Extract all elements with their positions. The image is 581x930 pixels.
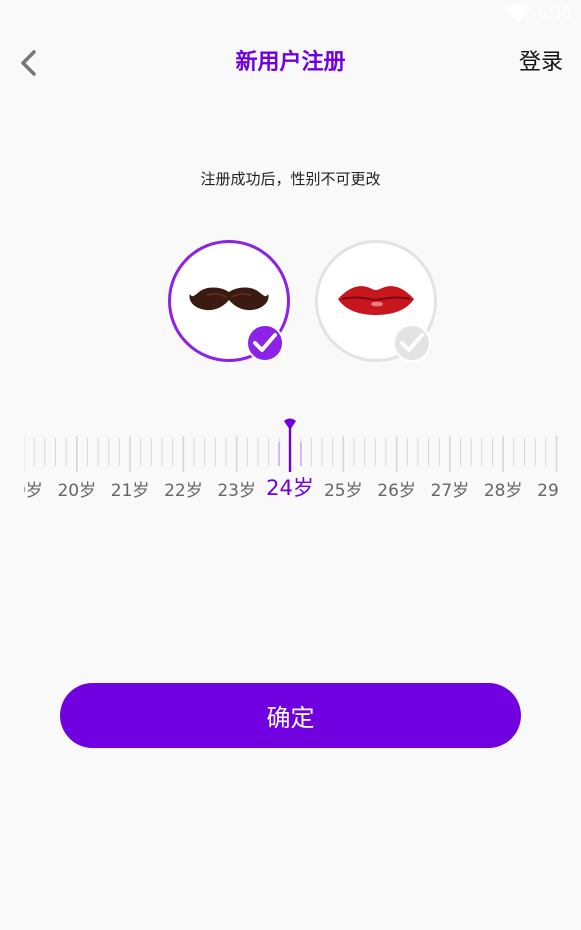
page-title: 新用户注册 <box>235 50 346 75</box>
gender-option-male[interactable] <box>168 240 290 362</box>
age-label: 20岁 <box>57 481 97 501</box>
age-label: 19岁 <box>24 481 43 501</box>
age-label: 27岁 <box>430 481 470 501</box>
age-label: 22岁 <box>164 481 203 501</box>
age-label: 21岁 <box>110 481 150 501</box>
ruler-ticks <box>24 418 558 472</box>
confirm-button[interactable]: 确定 <box>60 683 521 748</box>
login-link[interactable]: 登录 <box>519 46 563 80</box>
age-label: 25岁 <box>323 481 363 501</box>
gender-option-female[interactable] <box>315 240 437 362</box>
gender-notice: 注册成功后，性别不可更改 <box>200 170 381 188</box>
ruler-pin-icon <box>284 418 296 430</box>
status-clock: 6:38 <box>538 4 572 22</box>
register-screen: 6:38 新用户注册 登录 注册成功后，性别不可更改 岁 20岁 21岁 22岁… <box>0 0 581 930</box>
checkmark-icon <box>246 324 284 362</box>
age-label: 29岁 <box>537 481 558 501</box>
age-label: 23岁 <box>217 481 257 501</box>
age-ruler[interactable]: 19岁 20岁 21岁 22岁 23岁 24岁 25岁 26岁 27岁 28岁 29岁 <box>24 414 558 504</box>
checkmark-icon <box>393 324 431 362</box>
age-label: 26岁 <box>377 481 416 501</box>
age-label: 28岁 <box>483 481 523 501</box>
status-bar: 6:38 <box>0 0 581 30</box>
age-label-selected: 24岁 <box>266 476 314 500</box>
wifi-icon <box>506 4 530 23</box>
